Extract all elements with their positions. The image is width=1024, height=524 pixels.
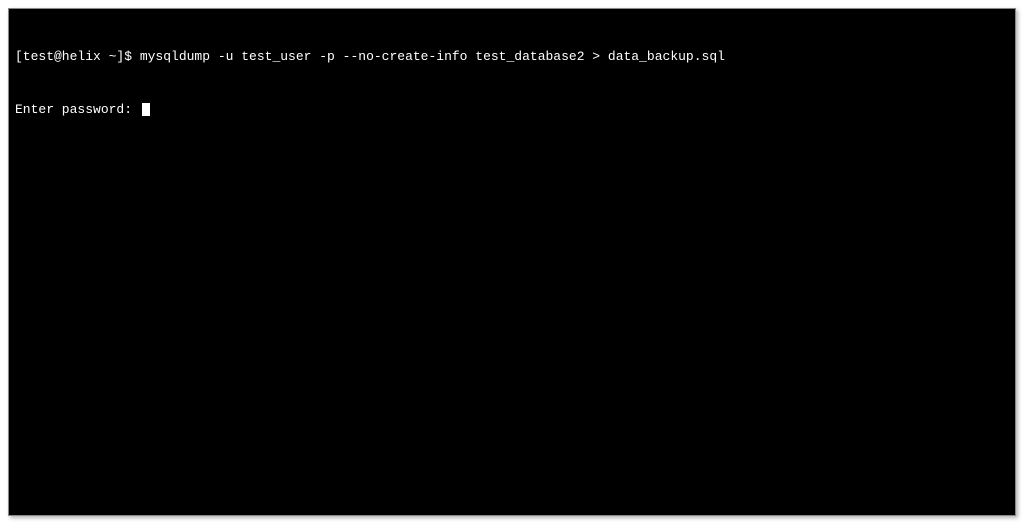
cursor-block[interactable] bbox=[142, 103, 150, 116]
shell-prompt: [test@helix ~]$ bbox=[15, 48, 140, 66]
terminal-window[interactable]: [test@helix ~]$ mysqldump -u test_user -… bbox=[8, 8, 1016, 516]
command-line: [test@helix ~]$ mysqldump -u test_user -… bbox=[15, 48, 1009, 66]
password-prompt-text: Enter password: bbox=[15, 101, 140, 119]
password-prompt-line: Enter password: bbox=[15, 101, 1009, 119]
command-text: mysqldump -u test_user -p --no-create-in… bbox=[140, 48, 725, 66]
terminal-content: [test@helix ~]$ mysqldump -u test_user -… bbox=[15, 13, 1009, 153]
